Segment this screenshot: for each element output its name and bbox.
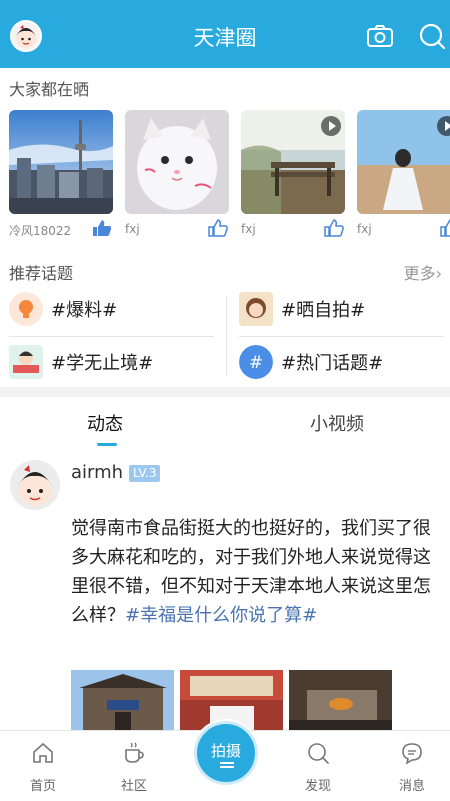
tab-feed[interactable]: 动态 bbox=[87, 410, 123, 436]
nav-home-label: 首页 bbox=[29, 779, 56, 794]
topic-label: #热门话题# bbox=[281, 353, 384, 374]
divider bbox=[239, 336, 444, 337]
share-card[interactable]: fxj bbox=[357, 110, 450, 240]
video-play-icon bbox=[437, 116, 450, 136]
menu-lines-icon bbox=[220, 762, 234, 768]
search-icon bbox=[306, 741, 330, 765]
coffee-cup-icon bbox=[122, 741, 146, 765]
topic-label: #晒自拍# bbox=[281, 300, 366, 321]
svg-text:#: # bbox=[249, 353, 263, 373]
share-user: fxj bbox=[357, 222, 372, 236]
post-username[interactable]: airmh bbox=[71, 462, 123, 483]
share-image-bench[interactable] bbox=[241, 110, 345, 214]
chat-bubble-icon bbox=[400, 741, 424, 765]
active-tab-indicator bbox=[97, 443, 117, 446]
section-title-sharing: 大家都在晒 bbox=[9, 80, 90, 99]
share-user: 冷风18022 bbox=[9, 224, 72, 238]
post-hashtag[interactable]: #幸福是什么你说了算# bbox=[125, 605, 317, 626]
post-avatar[interactable] bbox=[10, 460, 60, 510]
selfie-icon bbox=[239, 292, 273, 326]
share-image-cat[interactable] bbox=[125, 110, 229, 214]
hashtag-icon: # bbox=[239, 345, 273, 379]
top-bar: 天津圈 bbox=[0, 0, 450, 68]
divider bbox=[9, 336, 214, 337]
topic-item[interactable]: #晒自拍# bbox=[239, 291, 365, 327]
share-card[interactable]: fxj bbox=[125, 110, 229, 240]
like-icon[interactable] bbox=[208, 219, 228, 237]
shoot-button-label: 拍摄 bbox=[210, 742, 241, 760]
shoot-button[interactable]: 拍摄 bbox=[194, 721, 258, 785]
nav-community-label: 社区 bbox=[120, 779, 147, 794]
nav-messages[interactable]: 消息 bbox=[372, 731, 450, 801]
study-icon bbox=[9, 345, 43, 379]
nav-community[interactable]: 社区 bbox=[94, 731, 174, 801]
bulb-icon bbox=[9, 292, 43, 326]
topic-item[interactable]: # #热门话题# bbox=[239, 344, 383, 380]
nav-discover-label: 发现 bbox=[304, 779, 331, 794]
topic-label: #爆料# bbox=[51, 300, 118, 321]
topic-item[interactable]: #爆料# bbox=[9, 291, 117, 327]
share-user: fxj bbox=[241, 222, 256, 236]
video-play-icon bbox=[321, 116, 341, 136]
like-icon[interactable] bbox=[92, 219, 112, 237]
section-title-topics: 推荐话题 bbox=[9, 264, 74, 283]
nav-home[interactable]: 首页 bbox=[3, 731, 83, 801]
section-gap bbox=[0, 387, 450, 397]
topic-item[interactable]: #学无止境# bbox=[9, 344, 153, 380]
search-icon[interactable] bbox=[418, 22, 446, 50]
share-card[interactable]: 冷风18022 bbox=[9, 110, 113, 240]
camera-icon[interactable] bbox=[366, 24, 394, 48]
sharing-carousel[interactable]: 冷风18022 fxj fxj fxj bbox=[9, 110, 450, 240]
post-image-gate[interactable] bbox=[71, 670, 174, 732]
topics-more-link[interactable]: 更多› bbox=[404, 260, 442, 284]
share-image-city[interactable] bbox=[9, 110, 113, 214]
like-icon[interactable] bbox=[324, 219, 344, 237]
share-image-girl[interactable] bbox=[357, 110, 450, 214]
topics-more-label: 更多 bbox=[403, 264, 436, 283]
tab-short-video[interactable]: 小视频 bbox=[310, 410, 364, 436]
topic-label: #学无止境# bbox=[51, 353, 154, 374]
share-card[interactable]: fxj bbox=[241, 110, 345, 240]
divider bbox=[226, 296, 227, 376]
home-icon bbox=[31, 741, 55, 765]
chevron-right-icon: › bbox=[435, 264, 442, 283]
nav-messages-label: 消息 bbox=[398, 779, 425, 794]
post-image-food[interactable] bbox=[289, 670, 392, 732]
post-content: 觉得南市食品街挺大的也挺好的，我们买了很多大麻花和吃的，对于我们外地人来说觉得这… bbox=[71, 514, 443, 630]
level-badge: LV.3 bbox=[129, 465, 161, 482]
nav-discover[interactable]: 发现 bbox=[278, 731, 358, 801]
like-icon[interactable] bbox=[440, 219, 450, 237]
share-user: fxj bbox=[125, 222, 140, 236]
